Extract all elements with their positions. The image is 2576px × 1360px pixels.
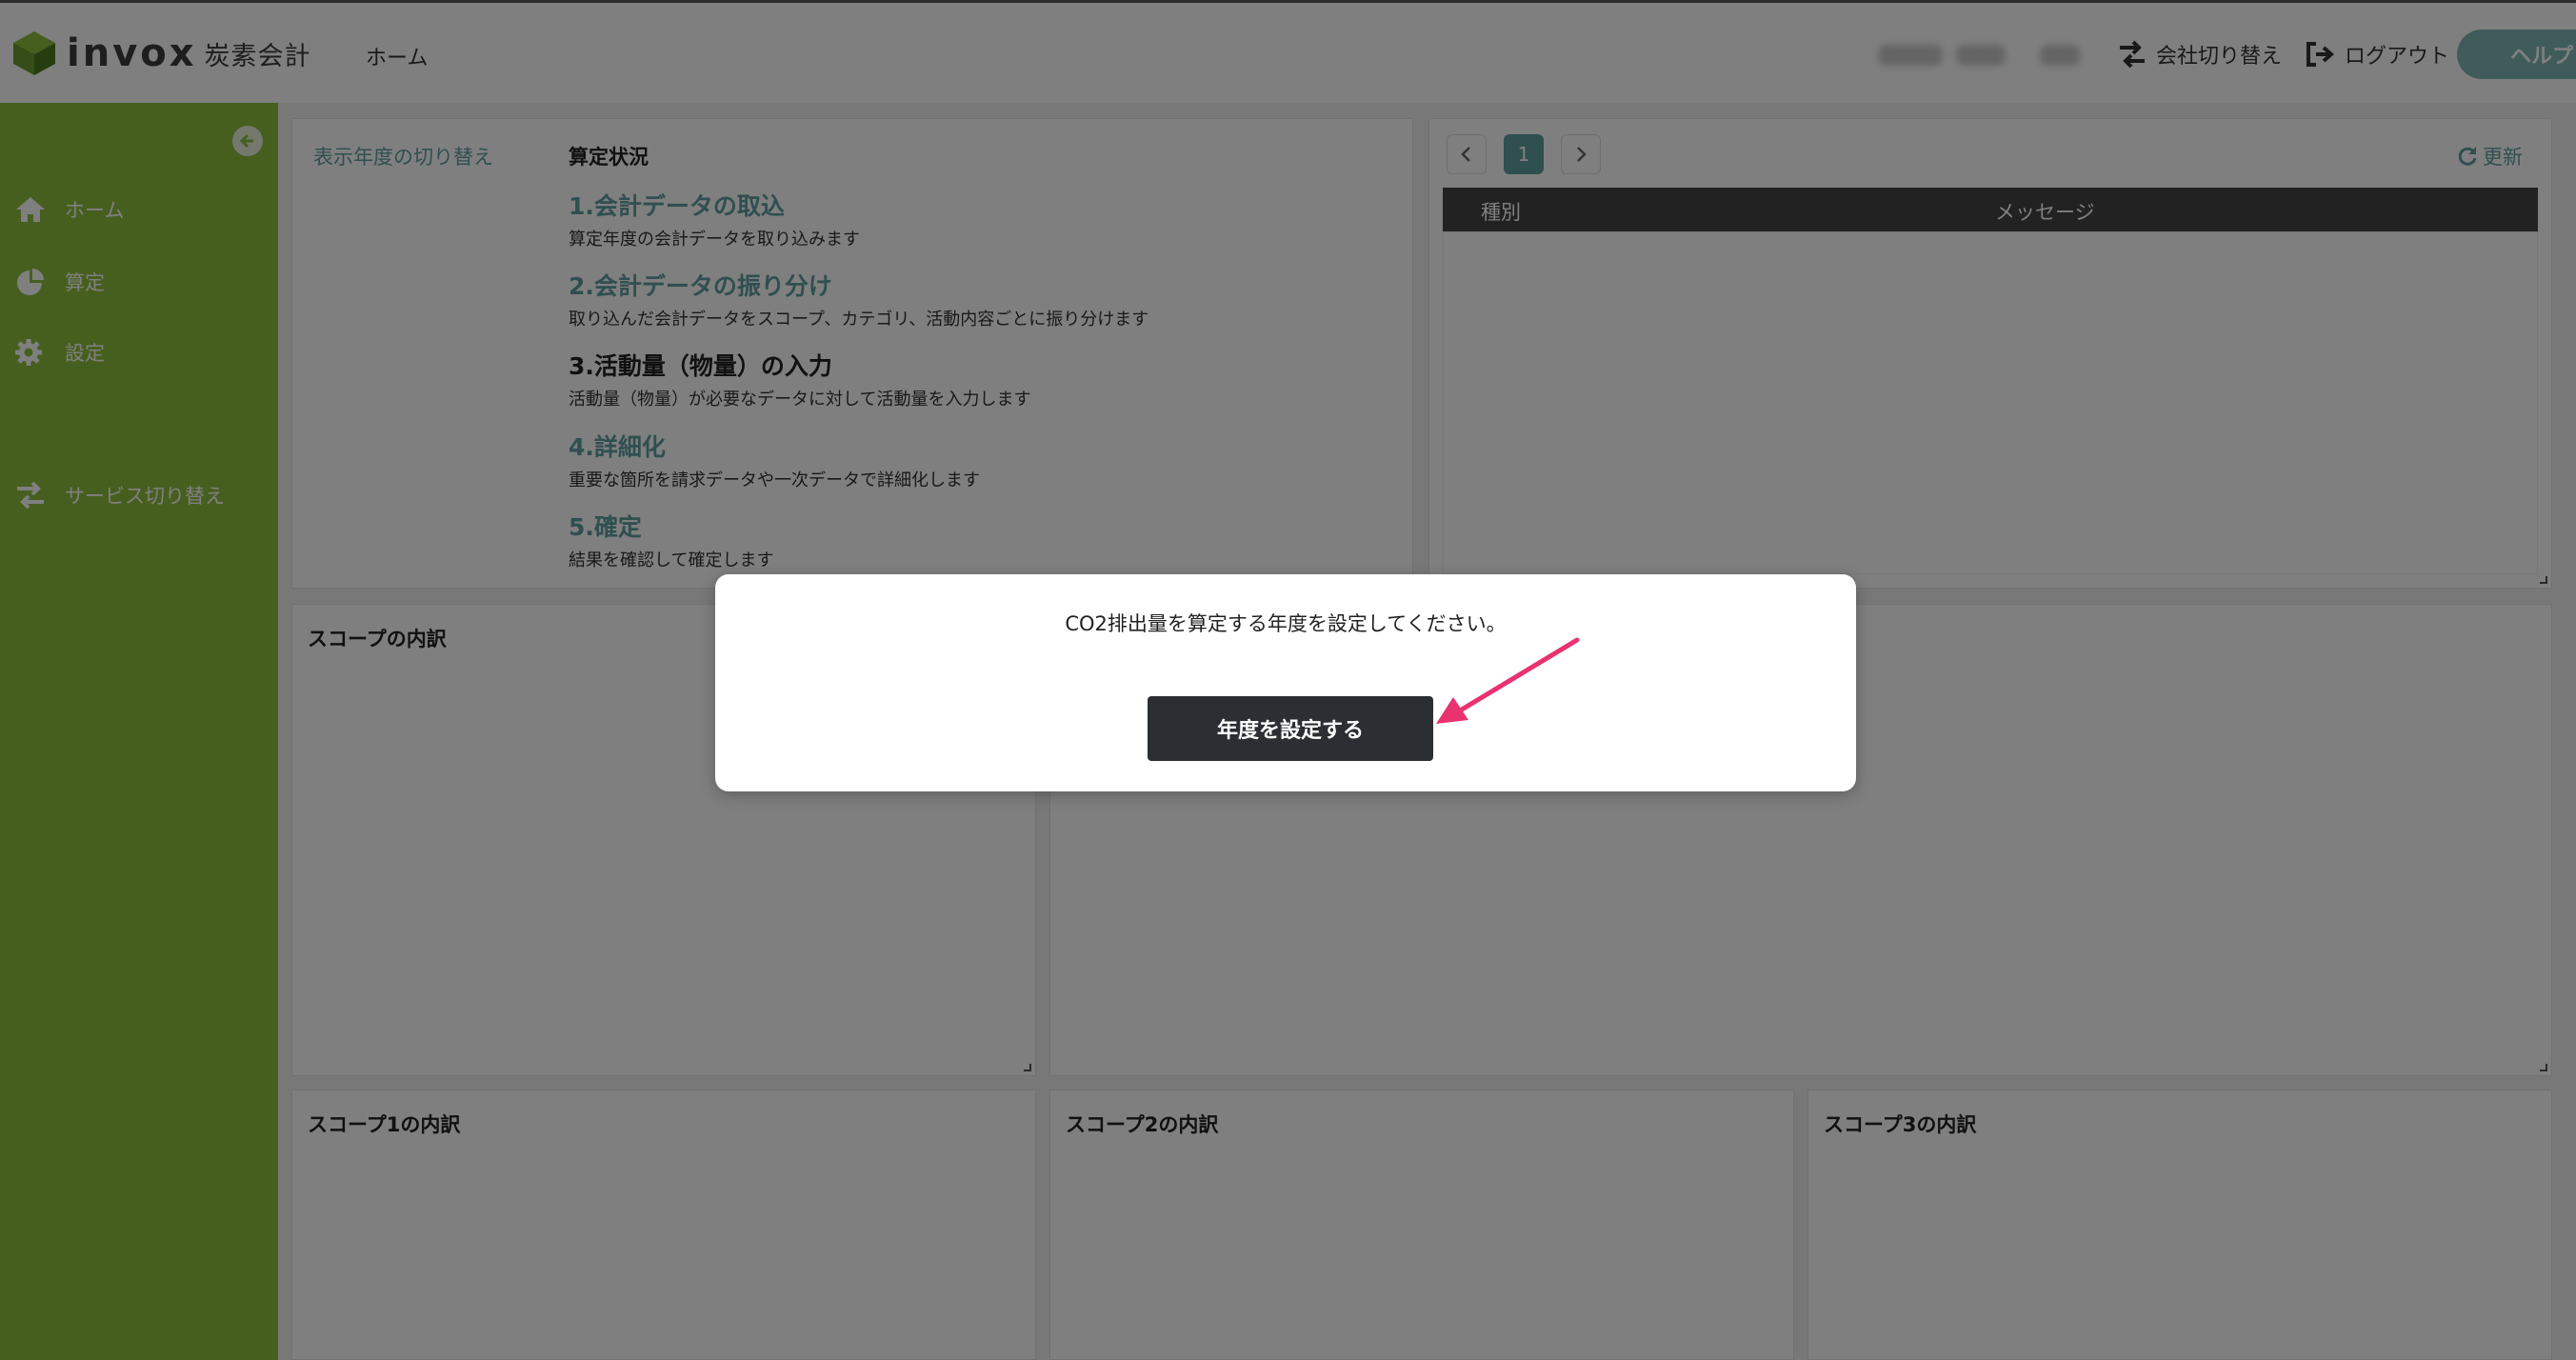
set-year-button[interactable]: 年度を設定する: [1148, 696, 1433, 761]
dialog-message: CO2排出量を算定する年度を設定してください。: [1065, 612, 1507, 635]
set-year-dialog: CO2排出量を算定する年度を設定してください。 年度を設定する: [715, 574, 1856, 791]
pointer-arrow-icon: [1436, 637, 1580, 724]
